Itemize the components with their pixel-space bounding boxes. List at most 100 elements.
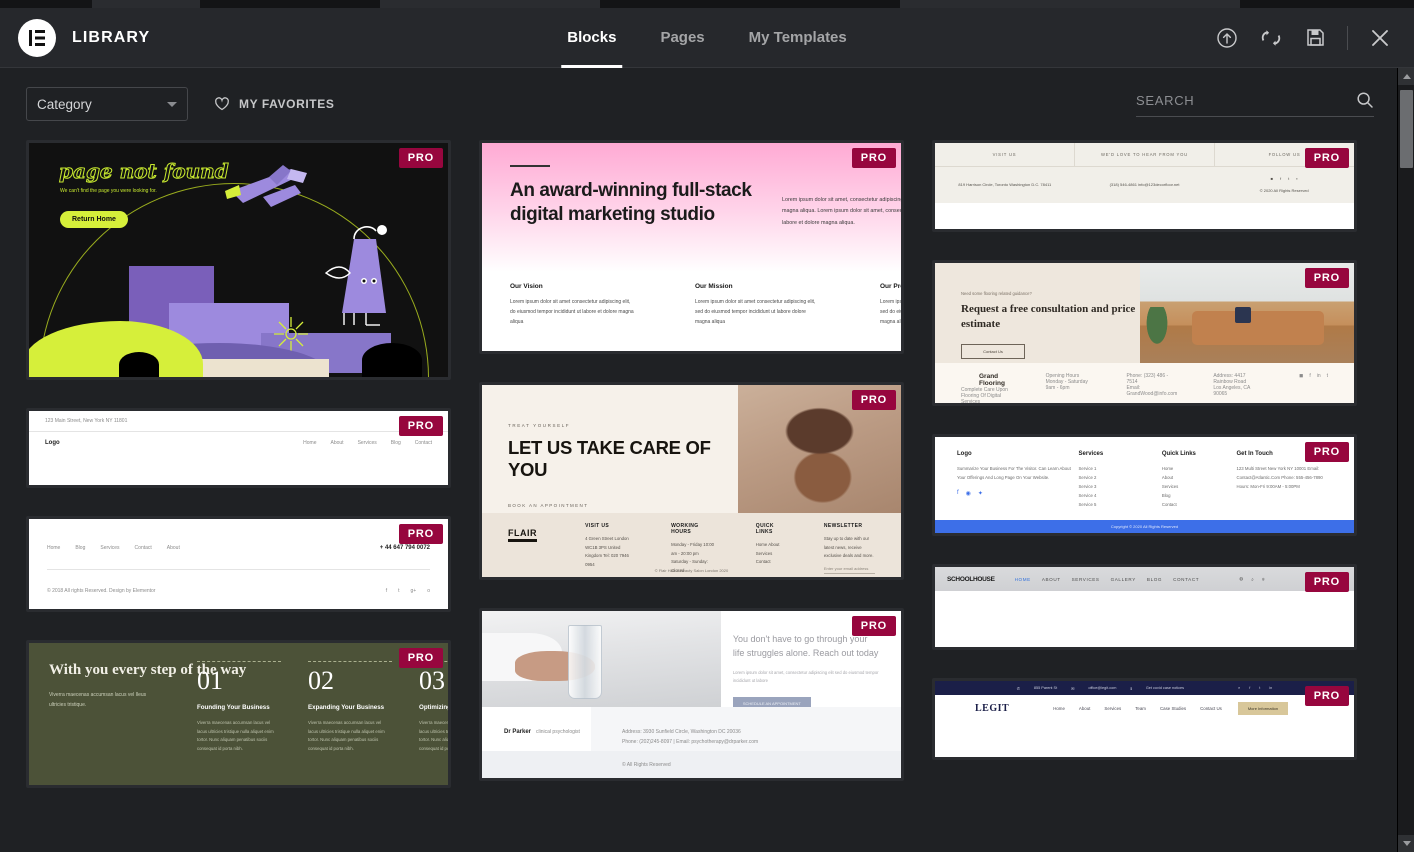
flooring-hours: Monday - Saturday 9am - 6pm <box>1045 379 1088 391</box>
phone-icon: ✆ <box>1016 686 1020 691</box>
footer-column-title: VISIT US <box>585 523 610 529</box>
template-grid-scroll[interactable]: PRO page not found We can't find the pag… <box>0 140 1414 852</box>
browser-tab[interactable] <box>0 0 92 8</box>
pink-columns: Our Vision Lorem ipsum dolor sit amet co… <box>510 283 901 327</box>
nav-item: HOME <box>1014 576 1031 582</box>
step-item: 03 Optimizing Your Business Viverra maec… <box>419 661 448 754</box>
upload-icon[interactable] <box>1215 26 1239 50</box>
template-card-legit-header[interactable]: PRO ✆ 855 Parent St ✉ office@legit.com ℹ… <box>932 678 1357 760</box>
nav-item: Contact Us <box>1200 705 1222 711</box>
legit-brand: LEGIT <box>975 702 1010 714</box>
search-input[interactable] <box>1136 92 1356 108</box>
pro-badge: PRO <box>398 648 443 668</box>
template-preview-pink-about: An award-winning full-stack digital mark… <box>482 143 901 351</box>
nav-item: Services <box>357 440 377 446</box>
pro-badge: PRO <box>851 616 896 636</box>
flooring-content: Need some flooring related guidance? Req… <box>935 263 1141 363</box>
flooring-address: Los Angeles, CA 90065 <box>1213 385 1251 397</box>
search-field[interactable] <box>1136 91 1374 117</box>
doctor-copyright-bar: © All Rights Reserved <box>482 751 901 778</box>
flooring-footer: Grand Flooring Complete Care Upon Floori… <box>935 363 1354 403</box>
scroll-up-button[interactable] <box>1398 68 1414 85</box>
divider <box>308 661 392 662</box>
divider <box>197 661 281 662</box>
sync-icon[interactable] <box>1259 26 1283 50</box>
nav-item: Case Studies <box>1159 705 1187 711</box>
twitter-icon: t <box>1288 175 1290 181</box>
step-number: 02 <box>308 666 334 695</box>
quick-link-item: Home <box>1161 466 1174 471</box>
facebook-icon: f <box>957 490 959 497</box>
tab-my-templates[interactable]: My Templates <box>727 8 869 68</box>
template-grid: PRO page not found We can't find the pag… <box>26 140 1374 788</box>
category-select[interactable]: Category <box>26 87 188 121</box>
flooring-eyebrow: Need some flooring related guidance? <box>961 291 1032 296</box>
nav-item: Home <box>1053 705 1065 711</box>
nav-item: Contact <box>134 545 152 551</box>
template-404-subtitle: We can't find the page you were looking … <box>60 188 157 194</box>
quick-link-item: Contact <box>1161 502 1177 508</box>
flooring-brand: Grand Flooring <box>979 373 1005 387</box>
template-card-pink-about[interactable]: PRO An award-winning full-stack digital … <box>479 140 904 354</box>
template-thumbnail: Home Blog Services Contact About + 44 64… <box>29 519 448 609</box>
pro-badge: PRO <box>851 148 896 168</box>
facebook-icon: f <box>1249 686 1251 690</box>
save-icon[interactable] <box>1303 26 1327 50</box>
service-item: Service 4 <box>1078 493 1097 499</box>
browser-tab[interactable] <box>200 0 380 8</box>
template-thumbnail: VISIT US WE'D LOVE TO HEAR FROM YOU FOLL… <box>935 143 1354 229</box>
template-card-doctor[interactable]: PRO You don't have to go through your li… <box>479 608 904 781</box>
close-icon[interactable] <box>1368 26 1392 50</box>
footer-column-text: 4 Green Street London WC1B 3PS United Ki… <box>585 536 629 567</box>
beauty-content: TREAT YOURSELF LET US TAKE CARE OF YOU B… <box>482 385 738 513</box>
contact-values: 819 Harrison Circle, Toronto Washington … <box>935 167 1354 203</box>
column-text: Lorem ipsum dolor sit amet consectetur a… <box>880 299 901 325</box>
legit-email: office@legit.com <box>1088 686 1117 690</box>
flooring-email: Email: GrandWood@info.com <box>1126 385 1178 397</box>
template-card-header-logo[interactable]: PRO 123 Main Street, New York NY 11801 0… <box>26 408 451 488</box>
search-icon[interactable] <box>1356 91 1374 109</box>
user-icon: ⌾ <box>1261 576 1265 582</box>
template-card-blue-footer[interactable]: PRO Logo Summarize Your Business For The… <box>932 434 1357 536</box>
template-card-green-steps[interactable]: PRO With you every step of the way Viver… <box>26 640 451 788</box>
template-preview-header: 123 Main Street, New York NY 11801 02 61… <box>29 411 448 485</box>
scrollbar-thumb[interactable] <box>1400 90 1413 168</box>
contact-value: 819 Harrison Circle, Toronto Washington … <box>958 181 1052 187</box>
pro-badge: PRO <box>1304 686 1349 706</box>
contact-value: (318) 546-4861 info@123decorfloor.net <box>1109 181 1180 187</box>
nav-item: Services <box>100 545 120 551</box>
therapy-photo <box>482 611 721 707</box>
doctor-address: Address: 3930 Sunfield Circle, Washingto… <box>622 729 741 735</box>
quick-link-item: About <box>1161 475 1174 481</box>
my-favorites-button[interactable]: MY FAVORITES <box>214 96 334 112</box>
tab-blocks[interactable]: Blocks <box>545 8 638 68</box>
grid-column-1: PRO page not found We can't find the pag… <box>26 140 451 788</box>
template-card-beauty[interactable]: PRO TREAT YOURSELF LET US TAKE CARE OF Y… <box>479 382 904 580</box>
footer-column: Services Service 1 Service 2 Service 3 S… <box>1079 451 1162 509</box>
twitter-icon: ✦ <box>977 491 983 498</box>
nav-item: About <box>330 440 344 446</box>
library-modal: LIBRARY Blocks Pages My Templates Catego… <box>0 8 1414 852</box>
green-subtitle: Viverra maecenas accumsan lacus vel Ileu… <box>49 691 147 708</box>
template-card-flooring[interactable]: PRO Need some flooring related guidance?… <box>932 260 1357 406</box>
template-card-contact-footer[interactable]: PRO VISIT US WE'D LOVE TO HEAR FROM YOU … <box>932 140 1357 232</box>
template-card-404[interactable]: PRO page not found We can't find the pag… <box>26 140 451 380</box>
step-item: 01 Founding Your Business Viverra maecen… <box>197 661 281 754</box>
contact-copyright: © 2020 All Rights Reserved <box>1259 188 1309 193</box>
template-404-title: page not found <box>59 159 230 184</box>
scroll-down-button[interactable] <box>1398 835 1414 852</box>
footer-column-title: WORKING HOURS <box>671 523 699 535</box>
template-preview-contact-footer: VISIT US WE'D LOVE TO HEAR FROM YOU FOLL… <box>935 143 1354 229</box>
template-preview-404: page not found We can't find the page yo… <box>29 143 448 377</box>
template-card-gray-header[interactable]: PRO SCHOOLHOUSE HOME ABOUT SERVICES GALL… <box>932 564 1357 650</box>
template-card-footer-simple[interactable]: PRO Home Blog Services Contact About + 4… <box>26 516 451 612</box>
footer-column: Logo Summarize Your Business For The Vis… <box>957 451 1079 509</box>
tab-pages[interactable]: Pages <box>638 8 726 68</box>
googleplus-icon: g+ <box>410 588 417 594</box>
browser-tab[interactable] <box>1240 0 1414 8</box>
vertical-scrollbar[interactable] <box>1397 68 1414 852</box>
flooring-phone: Phone: (323) 486 - 7514 <box>1126 373 1169 385</box>
column-text: Lorem ipsum dolor sit amet consectetur a… <box>695 299 816 325</box>
beauty-footer: FLAIR VISIT US 4 Green Street London WC1… <box>482 513 901 577</box>
footer-column-text: Stay up to date with our latest news, re… <box>823 536 874 559</box>
